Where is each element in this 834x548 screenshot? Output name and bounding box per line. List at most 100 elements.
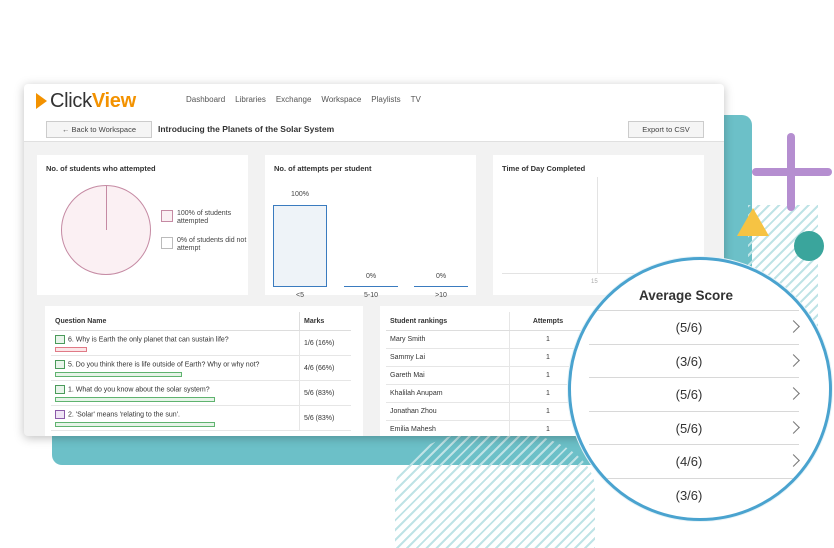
marks-cell: 5/6 (83%) [299,380,351,406]
chevron-right-icon[interactable] [787,353,800,367]
student-name: Khalilah Anupam [386,384,510,403]
text-question-icon [55,384,65,394]
hatch-decoration [395,430,595,548]
bar-category-label: <5 [296,292,304,299]
rankings-table: Student rankings Attempts Mary Smith 1 Sam… [386,312,586,436]
chevron-right-icon[interactable] [787,420,800,434]
question-name-header: Question Name [51,312,300,331]
plus-shape-horizontal [752,168,832,176]
choice-question-icon [55,409,65,419]
attempted-pie-chart [61,185,151,275]
main-nav: Dashboard Libraries Exchange Workspace P… [186,95,421,104]
page-title: Introducing the Planets of the Solar Sys… [158,124,335,134]
average-score-value: (5/6) [675,320,703,335]
questions-table: Question Name Marks 6. Why is Earth the … [51,312,351,431]
play-icon [36,93,47,109]
top-navigation-bar: Click View Dashboard Libraries Exchange W… [24,84,724,118]
attempted-card-title: No. of students who attempted [46,164,156,173]
ranking-row[interactable]: Mary Smith 1 [386,330,586,349]
clickview-logo[interactable]: Click View [36,90,136,112]
ranking-row[interactable]: Sammy Lai 1 [386,348,586,367]
time-chart-tick: 15 [591,279,598,285]
average-score-title: Average Score [638,288,734,303]
legend-attempted: 100% of students attempted [177,210,232,225]
ranking-row[interactable]: Gareth Mai 1 [386,366,586,385]
average-score-row[interactable]: (3/6) [589,477,799,512]
bar-category-label: 5-10 [363,292,378,299]
marks-cell: 4/6 (66%) [299,355,351,381]
bar-2 [414,286,468,287]
marks-cell: 5/6 (83%) [299,405,351,431]
average-score-row[interactable]: (3/6) [589,343,800,378]
question-score-bar [55,346,87,352]
nav-tv[interactable]: TV [411,95,421,104]
legend-not-attempted: 0% of students did not attempt [177,237,247,252]
question-score-bar [55,396,215,402]
nav-libraries[interactable]: Libraries [235,95,266,104]
student-name: Mary Smith [386,330,510,349]
legend-swatch-not-attempted [161,237,173,249]
question-cell: 1. What do you know about the solar syst… [51,380,300,406]
triangle-shape [737,208,769,236]
text-question-icon [55,334,65,344]
question-row[interactable]: 6. Why is Earth the only planet that can… [51,330,351,356]
attempts-header: Attempts [509,312,586,331]
ranking-row[interactable]: Jonathan Zhou 1 [386,402,586,421]
bar-1 [344,286,398,287]
nav-workspace[interactable]: Workspace [321,95,361,104]
question-name: 1. What do you know about the solar syst… [68,385,210,393]
circle-shape [794,231,824,261]
legend-swatch-attempted [161,210,173,222]
student-name: Sammy Lai [386,348,510,367]
ranking-row[interactable]: Khalilah Anupam 1 [386,384,586,403]
question-row[interactable]: 2. 'Solar' means 'relating to the sun'. 5… [51,405,351,431]
time-card-title: Time of Day Completed [502,164,586,173]
question-name: 2. 'Solar' means 'relating to the sun'. [68,410,180,418]
chevron-right-icon[interactable] [787,387,800,400]
attempted-card: No. of students who attempted 100% of st… [37,155,248,295]
bar-0 [273,205,327,287]
average-score-value: (4/6) [675,454,703,469]
chevron-right-icon[interactable] [787,454,800,467]
average-score-value: (3/6) [675,353,703,369]
average-score-row[interactable]: (5/6) [589,377,800,411]
average-score-magnifier: Average Score (5/6) (3/6) (5/6) (5/6) (4/6) (… [568,257,832,521]
question-cell: 5. Do you think there is life outside of… [51,355,300,381]
student-name: Emilia Mahesh [386,420,510,436]
marks-header: Marks [299,312,351,331]
average-score-value: (5/6) [675,387,703,402]
back-to-workspace-button[interactable]: ← Back to Workspace [46,121,152,138]
nav-exchange[interactable]: Exchange [276,95,312,104]
text-question-icon [55,359,65,369]
chevron-right-icon[interactable] [787,320,800,333]
question-score-bar [55,421,215,427]
student-rankings-header: Student rankings [386,312,510,331]
question-name: 5. Do you think there is life outside of… [68,360,260,368]
question-name: 6. Why is Earth the only planet that can… [68,335,229,343]
attempts-card: No. of attempts per student 100% <5 0% 5-10… [265,155,476,299]
average-score-value: (5/6) [675,420,703,436]
time-chart-y-axis [597,177,598,273]
ranking-row[interactable]: Emilia Mahesh 1 [386,420,586,436]
question-score-bar [55,371,182,377]
bar-data-label: 100% [291,191,309,198]
average-score-row[interactable]: (4/6) [589,444,800,478]
nav-dashboard[interactable]: Dashboard [186,95,225,104]
average-score-row[interactable]: (5/6) [589,410,800,445]
sub-header: ← Back to Workspace Introducing the Plan… [24,117,724,142]
average-score-row[interactable]: (5/6) [589,310,800,344]
question-row[interactable]: 5. Do you think there is life outside of… [51,355,351,381]
question-cell: 2. 'Solar' means 'relating to the sun'. [51,405,300,431]
student-name: Gareth Mai [386,366,510,385]
questions-card: Question Name Marks 6. Why is Earth the … [45,306,363,436]
nav-playlists[interactable]: Playlists [371,95,400,104]
question-cell: 6. Why is Earth the only planet that can… [51,330,300,356]
bar-category-label: >10 [435,292,447,299]
pie-slice-divider [106,186,107,230]
question-row[interactable]: 1. What do you know about the solar syst… [51,380,351,406]
marks-cell: 1/6 (16%) [299,330,351,356]
bar-data-label: 0% [365,273,377,280]
attempts-card-title: No. of attempts per student [274,164,372,173]
average-score-value: (3/6) [675,487,703,503]
export-csv-button[interactable]: Export to CSV [628,121,704,138]
